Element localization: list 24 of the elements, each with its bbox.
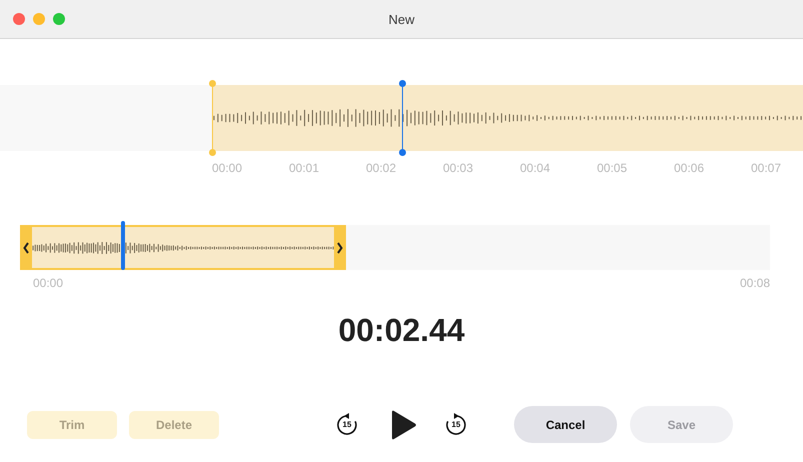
time-tick-label: 00:00	[212, 161, 244, 175]
close-button[interactable]	[13, 13, 25, 25]
skip-back-button[interactable]: 15	[335, 412, 359, 436]
trim-start-handle[interactable]	[209, 80, 216, 156]
window-title: New	[388, 12, 414, 26]
time-tick-label: 00:06	[674, 161, 706, 175]
time-tick-label: 00:03	[443, 161, 474, 175]
playhead[interactable]	[398, 80, 406, 156]
overview-playhead[interactable]	[120, 221, 125, 270]
end-time-label: 00:08	[740, 276, 770, 290]
left-trim-handle[interactable]	[20, 227, 32, 268]
time-tick-label: 00:01	[289, 161, 320, 175]
chevron-right-icon	[337, 242, 344, 254]
time-tick-label: 00:05	[597, 161, 628, 175]
chevron-left-icon	[23, 242, 29, 254]
time-tick-label: 00:02	[366, 161, 398, 175]
dialog-button[interactable]: Cancel	[514, 406, 617, 443]
play-button[interactable]	[389, 410, 417, 440]
elapsed-time: 00:02.44	[338, 312, 465, 349]
start-time-label: 00:00	[33, 276, 64, 290]
time-tick-label: 00:04	[520, 161, 552, 175]
right-trim-handle[interactable]	[334, 227, 346, 268]
time-tick-label: 00:07	[751, 161, 782, 175]
skip-forward-button[interactable]: 15	[444, 412, 468, 436]
